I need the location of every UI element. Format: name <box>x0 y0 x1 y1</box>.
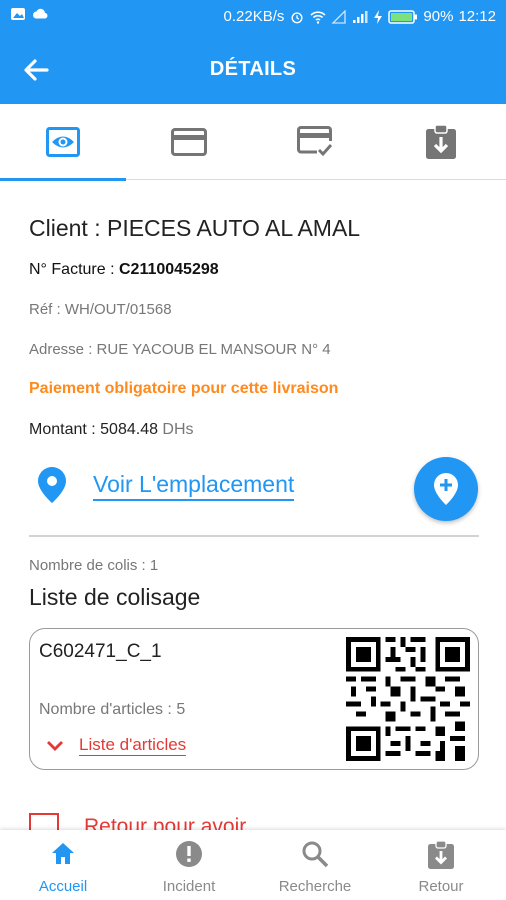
bottom-nav: Accueil Incident Recherche Retour <box>0 830 506 900</box>
credit-card-icon <box>171 128 207 156</box>
amount-value: Montant : 5084.48 <box>29 421 158 438</box>
charging-icon <box>374 9 383 24</box>
wifi-icon <box>310 10 326 24</box>
tab-payment[interactable] <box>126 104 252 180</box>
signal-empty-icon <box>331 9 347 24</box>
article-list-link[interactable]: Liste d'articles <box>79 735 187 756</box>
tab-bar <box>0 104 506 181</box>
qr-code-icon <box>346 637 470 761</box>
battery-level: 90% <box>423 8 454 25</box>
invoice-label: N° Facture : <box>29 261 119 278</box>
nav-incident[interactable]: Incident <box>126 830 252 900</box>
divider <box>29 535 479 537</box>
packing-list-title: Liste de colisage <box>29 584 201 610</box>
alert-circle-icon <box>176 841 202 867</box>
search-icon <box>302 841 329 868</box>
clipboard-return-icon <box>428 840 454 869</box>
tab-card-check[interactable] <box>252 104 378 180</box>
alarm-icon <box>291 11 303 23</box>
network-speed: 0.22KB/s <box>223 8 285 25</box>
nav-accueil[interactable]: Accueil <box>0 830 126 900</box>
return-label: Retour pour avoir <box>84 815 247 830</box>
article-count: Nombre d'articles : 5 <box>39 701 186 718</box>
nav-label: Accueil <box>38 878 88 895</box>
status-bar: 0.22KB/s 90% 12:12 <box>0 0 506 34</box>
invoice-value: C2110045298 <box>118 261 219 278</box>
location-pin-icon <box>38 467 66 503</box>
cloud-icon <box>33 8 48 19</box>
payment-warning: Paiement obligatoire pour cette livraiso… <box>29 380 339 397</box>
invoice-number: N° Facture : C2110045298 <box>29 261 219 279</box>
client-name: Client : PIECES AUTO AL AMAL <box>29 215 361 241</box>
eye-icon <box>46 127 80 157</box>
nav-label: Retour <box>418 878 464 895</box>
clipboard-download-icon <box>426 124 456 159</box>
reference: Réf : WH/OUT/01568 <box>29 301 172 318</box>
image-icon <box>11 8 25 20</box>
nav-label: Recherche <box>278 878 352 895</box>
signal-icon <box>353 10 368 23</box>
package-code: C602471_C_1 <box>39 641 162 662</box>
card-check-icon <box>297 126 333 157</box>
battery-icon <box>388 9 418 24</box>
app-bar: DÉTAILS <box>0 34 506 104</box>
package-count: Nombre de colis : 1 <box>29 557 159 574</box>
amount: Montant : 5084.48 DHs <box>29 421 194 439</box>
tab-details[interactable] <box>0 104 126 181</box>
view-location-link[interactable]: Voir L'emplacement <box>93 471 295 501</box>
nav-label: Incident <box>162 878 216 895</box>
add-location-button[interactable] <box>414 457 478 521</box>
package-card[interactable]: C602471_C_1 Nombre d'articles : 5 Liste … <box>29 628 479 770</box>
page-title: DÉTAILS <box>209 58 297 80</box>
amount-unit: DHs <box>157 421 194 438</box>
nav-recherche[interactable]: Recherche <box>252 830 378 900</box>
details-content: Client : PIECES AUTO AL AMAL N° Facture … <box>0 181 506 830</box>
address: Adresse : RUE YACOUB EL MANSOUR N° 4 <box>29 341 331 358</box>
clock: 12:12 <box>458 8 496 25</box>
nav-retour[interactable]: Retour <box>378 830 504 900</box>
return-checkbox[interactable] <box>29 813 59 830</box>
add-location-icon <box>434 473 458 505</box>
tab-delivery[interactable] <box>378 104 504 180</box>
home-icon <box>52 843 74 864</box>
chevron-down-icon[interactable] <box>46 737 64 755</box>
